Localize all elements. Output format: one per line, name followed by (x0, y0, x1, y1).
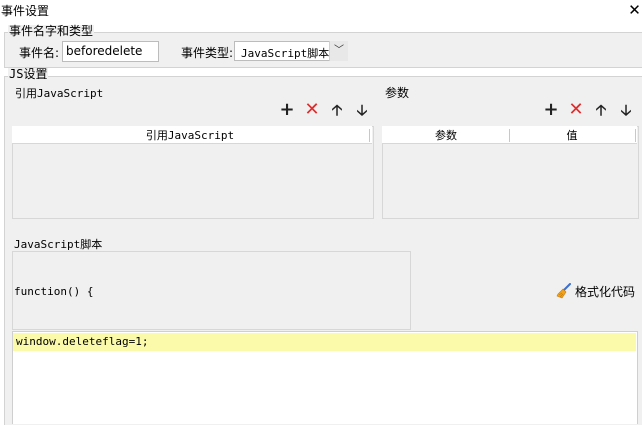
event-name-input[interactable] (62, 41, 159, 62)
name-type-legend: 事件名字和类型 (8, 24, 95, 38)
broom-icon (556, 283, 571, 299)
ref-js-title: 引用JavaScript (15, 87, 104, 100)
format-code-button[interactable]: 格式化代码 (556, 282, 635, 300)
add-param-button[interactable]: + (542, 101, 560, 119)
format-code-label: 格式化代码 (575, 284, 636, 299)
script-title: JavaScript脚本 (14, 238, 103, 251)
column-divider[interactable] (635, 129, 636, 142)
move-up-param-button[interactable]: 🡡 (592, 101, 610, 119)
event-type-value: JavaScript脚本 (241, 47, 330, 60)
param-value-column-header[interactable]: 值 (510, 127, 634, 144)
close-icon[interactable]: ✕ (627, 0, 642, 20)
title-bar (0, 0, 642, 20)
move-up-ref-js-button[interactable]: 🡡 (328, 101, 346, 119)
code-line[interactable]: window.deleteflag=1; (16, 335, 148, 348)
ref-js-column-header[interactable]: 引用JavaScript (12, 127, 368, 144)
event-type-label: 事件类型: (181, 46, 234, 60)
js-settings-legend: JS设置 (8, 67, 49, 81)
function-header: function() { (14, 285, 94, 298)
move-down-ref-js-button[interactable]: 🡣 (353, 101, 371, 119)
chevron-down-icon[interactable]: ﹀ (329, 41, 348, 61)
column-divider[interactable] (369, 129, 370, 142)
param-name-column-header[interactable]: 参数 (383, 127, 509, 144)
event-name-label: 事件名: (19, 46, 60, 60)
move-down-param-button[interactable]: 🡣 (617, 101, 635, 119)
params-title: 参数 (385, 86, 410, 100)
delete-ref-js-button[interactable]: ✕ (303, 101, 321, 119)
window-title: 事件设置 (1, 4, 50, 18)
delete-param-button[interactable]: ✕ (567, 101, 585, 119)
add-ref-js-button[interactable]: + (278, 101, 296, 119)
